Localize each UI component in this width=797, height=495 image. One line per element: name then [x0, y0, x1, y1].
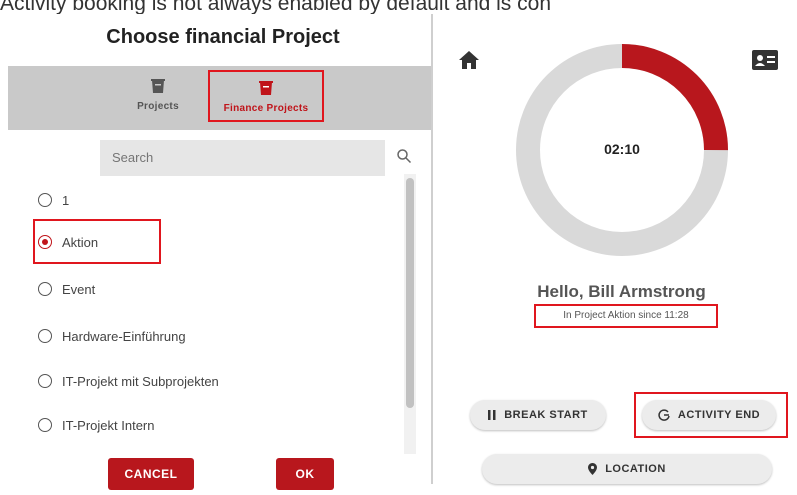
ok-button[interactable]: OK [276, 458, 334, 490]
location-label: LOCATION [605, 463, 666, 475]
dialog-title: Choose financial Project [106, 26, 340, 48]
radio-button[interactable] [38, 282, 52, 296]
search-input[interactable] [100, 140, 385, 176]
bucket-icon [151, 79, 165, 93]
list-item-label: Event [62, 281, 96, 297]
list-item[interactable]: Aktion [38, 227, 98, 257]
list-item-label: IT-Projekt mit Subprojekten [62, 373, 219, 389]
tab-bar: Projects Finance Projects [8, 66, 431, 130]
project-list: 1 Aktion Event Hardware-Einführung IT-Pr… [8, 182, 408, 454]
choose-project-dialog: Choose financial Project Projects Financ… [8, 14, 433, 490]
list-item-label: IT-Projekt Intern [62, 417, 155, 433]
list-item-label: Aktion [62, 234, 99, 250]
break-start-label: BREAK START [504, 409, 588, 421]
activity-end-label: ACTIVITY END [677, 409, 761, 421]
pause-icon [488, 410, 496, 420]
radio-button[interactable] [38, 329, 52, 343]
tab-finance-projects-label: Finance Projects [223, 103, 309, 114]
list-item[interactable]: Event [38, 274, 95, 304]
time-tracker-panel: 02:10 Hello, Bill Armstrong In Project A… [446, 14, 797, 484]
tab-projects-label: Projects [137, 101, 179, 112]
list-item[interactable]: IT-Projekt mit Subprojekten [38, 366, 219, 396]
radio-button-checked[interactable] [38, 235, 52, 249]
radio-button[interactable] [38, 374, 52, 388]
list-item[interactable]: Hardware-Einführung [38, 321, 186, 351]
activity-end-button[interactable]: ACTIVITY END [642, 400, 776, 430]
break-start-button[interactable]: BREAK START [470, 400, 606, 430]
search-icon[interactable] [396, 148, 412, 164]
status-text: In Project Aktion since 11:28 [534, 304, 718, 328]
id-card-icon[interactable] [752, 50, 778, 70]
list-item-label: 1 [62, 192, 70, 208]
bucket-icon [259, 81, 273, 95]
list-item[interactable]: IT-Projekt Intern [38, 410, 154, 440]
home-icon[interactable] [458, 50, 480, 70]
radio-button[interactable] [38, 193, 52, 207]
greeting-text: Hello, Bill Armstrong [537, 282, 706, 301]
tab-projects[interactable]: Projects [100, 70, 216, 122]
radio-button[interactable] [38, 418, 52, 432]
timer-display: 02:10 [604, 141, 640, 157]
list-item[interactable]: 1 [38, 185, 69, 215]
tab-finance-projects[interactable]: Finance Projects [208, 70, 324, 122]
list-item-label: Hardware-Einführung [62, 328, 186, 344]
location-pin-icon [588, 463, 598, 475]
cancel-button[interactable]: CANCEL [108, 458, 194, 490]
location-button[interactable]: LOCATION [482, 454, 772, 484]
activity-end-icon [658, 409, 670, 421]
scrollbar-thumb[interactable] [406, 178, 414, 408]
